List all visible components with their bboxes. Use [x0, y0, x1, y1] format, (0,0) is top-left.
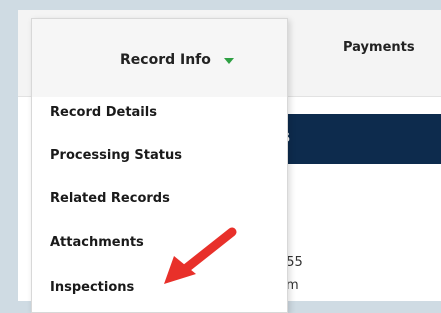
record-info-tab[interactable]: Record Info: [32, 19, 287, 97]
record-page: Payments s 555 om Record Info Record Det…: [18, 10, 441, 313]
section-header-bar: s: [268, 114, 441, 164]
menu-item-attachments[interactable]: Attachments: [50, 235, 144, 250]
nav-payments[interactable]: Payments: [343, 40, 415, 55]
red-arrow-icon: [164, 227, 237, 284]
menu-item-related-records[interactable]: Related Records: [50, 191, 170, 206]
menu-item-inspections[interactable]: Inspections: [50, 280, 134, 295]
caret-down-icon: [224, 58, 234, 64]
menu-item-processing-status[interactable]: Processing Status: [50, 148, 182, 163]
menu-item-record-details[interactable]: Record Details: [50, 105, 157, 120]
record-info-label: Record Info: [120, 52, 211, 68]
